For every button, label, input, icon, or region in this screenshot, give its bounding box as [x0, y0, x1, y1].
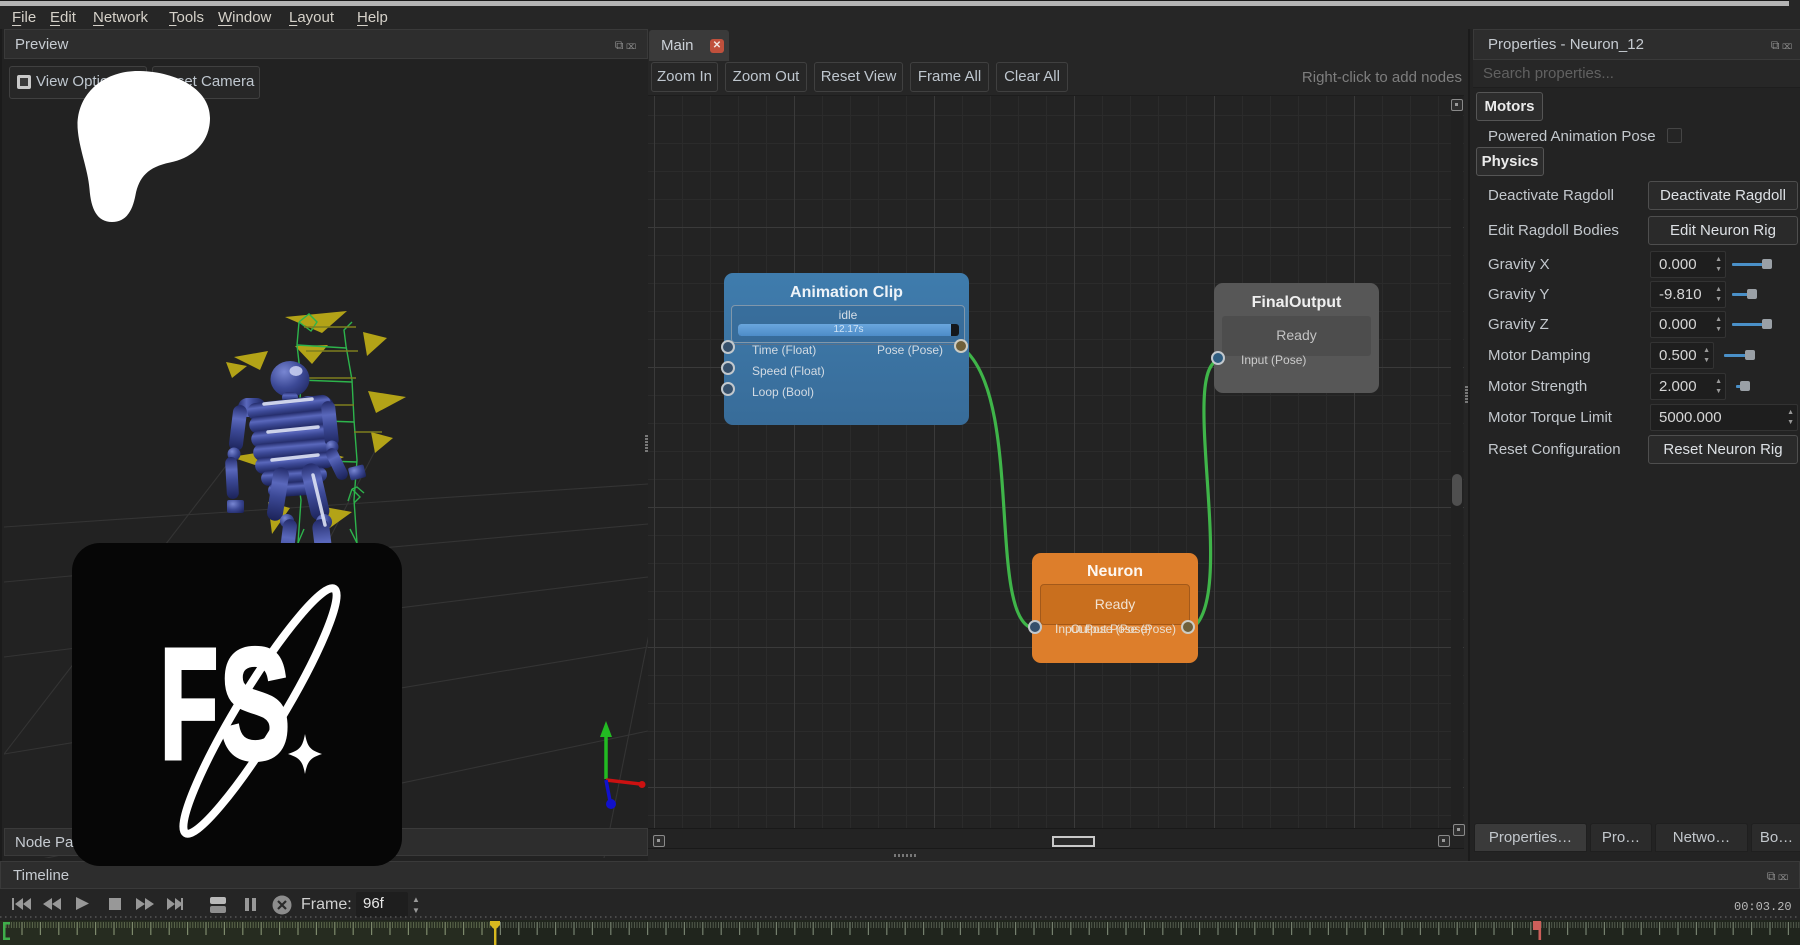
- svg-text:F: F: [160, 617, 218, 792]
- svg-text:S: S: [220, 617, 290, 792]
